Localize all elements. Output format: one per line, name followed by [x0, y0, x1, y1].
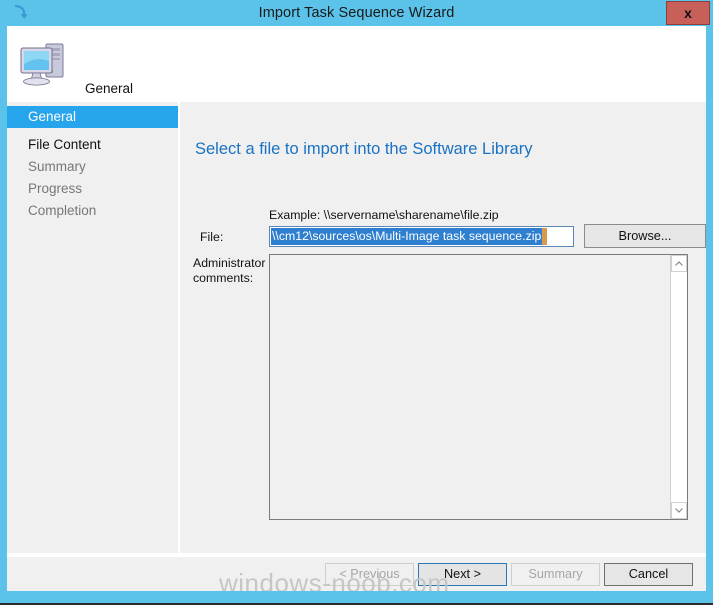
cancel-button[interactable]: Cancel: [604, 563, 693, 586]
next-button[interactable]: Next >: [418, 563, 507, 586]
file-path-input[interactable]: \\cm12\sources\os\Multi-Image task seque…: [269, 226, 574, 247]
wizard-footer: < Previous Next > Summary Cancel: [7, 557, 706, 591]
administrator-comments-label: Administrator comments:: [193, 256, 266, 285]
scroll-up-icon[interactable]: [671, 255, 687, 272]
computer-icon: [16, 35, 72, 91]
wizard-step-label: General: [85, 81, 134, 96]
scroll-down-icon[interactable]: [671, 502, 687, 519]
previous-button[interactable]: < Previous: [325, 563, 414, 586]
text-caret: [542, 228, 547, 245]
window-frame: General General File Content Summary Pro…: [7, 26, 706, 591]
close-button[interactable]: x: [666, 1, 710, 25]
wizard-step-list: General File Content Summary Progress Co…: [7, 102, 178, 553]
comments-scrollbar[interactable]: [670, 255, 687, 519]
sidebar-item-file-content[interactable]: File Content: [7, 134, 178, 156]
browse-button[interactable]: Browse...: [584, 224, 706, 248]
page-title: Select a file to import into the Softwar…: [195, 140, 533, 158]
sidebar-item-completion[interactable]: Completion: [7, 200, 178, 222]
import-task-sequence-wizard-window: Import Task Sequence Wizard x General Ge…: [0, 0, 713, 605]
sidebar-item-summary[interactable]: Summary: [7, 156, 178, 178]
title-bar: Import Task Sequence Wizard x: [0, 0, 713, 26]
window-title: Import Task Sequence Wizard: [258, 5, 455, 21]
wizard-header: General: [7, 26, 706, 100]
wizard-content-panel: Select a file to import into the Softwar…: [180, 102, 706, 553]
summary-button[interactable]: Summary: [511, 563, 600, 586]
sidebar-item-general[interactable]: General: [7, 106, 178, 128]
file-path-input-value: \\cm12\sources\os\Multi-Image task seque…: [271, 228, 543, 245]
file-field-label: File:: [200, 230, 224, 244]
sidebar-item-progress[interactable]: Progress: [7, 178, 178, 200]
administrator-comments-textarea[interactable]: [269, 254, 688, 520]
example-path-hint: Example: \\servername\sharename\file.zip: [269, 208, 499, 222]
